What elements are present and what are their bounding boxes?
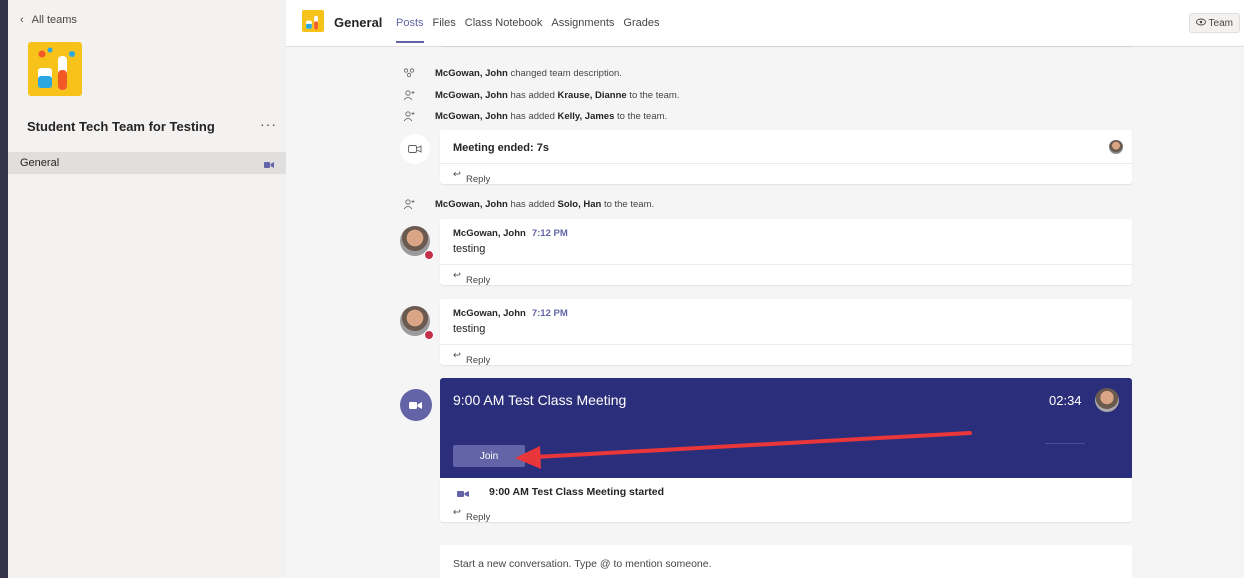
compose-placeholder: Start a new conversation. Type @ to ment…: [453, 558, 712, 570]
compose-box[interactable]: Start a new conversation. Type @ to ment…: [440, 545, 1132, 585]
annotation-arrow: [515, 431, 972, 469]
